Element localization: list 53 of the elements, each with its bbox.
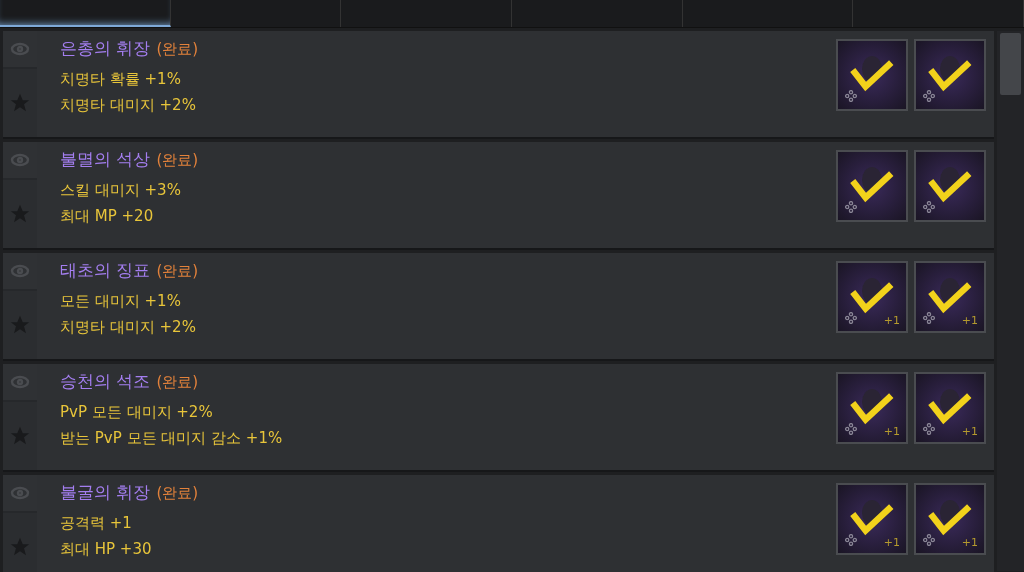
move-icon (923, 423, 936, 435)
move-icon (845, 534, 858, 546)
eye-icon[interactable] (10, 153, 30, 167)
item-slot[interactable]: +1 (914, 372, 987, 444)
enhance-level: +1 (961, 536, 979, 549)
move-icon (923, 312, 936, 324)
item-slot[interactable] (914, 150, 987, 222)
item-slot[interactable]: +1 (914, 261, 987, 333)
eye-icon[interactable] (10, 375, 30, 389)
item-slot[interactable] (836, 150, 909, 222)
collection-title: 은총의 휘장 (60, 37, 151, 60)
item-slot[interactable] (836, 39, 909, 111)
move-icon (845, 201, 858, 213)
status-label: (완료) (156, 151, 199, 170)
stat-text: 모든 대미지 +1% (60, 291, 182, 312)
move-icon (923, 201, 936, 213)
scrollbar-thumb[interactable] (1000, 33, 1021, 95)
move-icon (845, 312, 858, 324)
eye-icon[interactable] (10, 486, 30, 500)
enhance-level: +1 (883, 536, 901, 549)
item-slot[interactable]: +1 (836, 483, 909, 555)
stat-text: 받는 PvP 모든 대미지 감소 +1% (60, 428, 284, 449)
stat-text: 최대 MP +20 (60, 206, 155, 227)
collection-title: 태초의 징표 (60, 259, 151, 282)
enhance-level: +1 (961, 425, 979, 438)
stat-text: 치명타 대미지 +2% (60, 317, 197, 338)
stat-text: 공격력 +1 (60, 513, 133, 534)
stat-text: 스킬 대미지 +3% (60, 180, 182, 201)
collection-title: 승천의 석조 (60, 370, 151, 393)
eye-icon[interactable] (10, 264, 30, 278)
move-icon (923, 90, 936, 102)
move-icon (845, 90, 858, 102)
stat-text: PvP 모든 대미지 +2% (60, 402, 214, 423)
status-label: (완료) (156, 373, 199, 392)
item-slot[interactable]: +1 (836, 261, 909, 333)
enhance-level: +1 (883, 425, 901, 438)
collection-title: 불멸의 석상 (60, 148, 151, 171)
eye-icon[interactable] (10, 42, 30, 56)
enhance-level: +1 (883, 314, 901, 327)
collection-title: 불굴의 휘장 (60, 481, 151, 504)
stat-text: 치명타 대미지 +2% (60, 95, 197, 116)
enhance-level: +1 (961, 314, 979, 327)
status-label: (완료) (156, 40, 199, 59)
move-icon (923, 534, 936, 546)
stat-text: 치명타 확률 +1% (60, 69, 182, 90)
move-icon (845, 423, 858, 435)
status-label: (완료) (156, 262, 199, 281)
item-slot[interactable]: +1 (914, 483, 987, 555)
item-slot[interactable]: +1 (836, 372, 909, 444)
item-slot[interactable] (914, 39, 987, 111)
stat-text: 최대 HP +30 (60, 539, 153, 560)
tab[interactable] (0, 0, 171, 27)
status-label: (완료) (156, 484, 199, 503)
